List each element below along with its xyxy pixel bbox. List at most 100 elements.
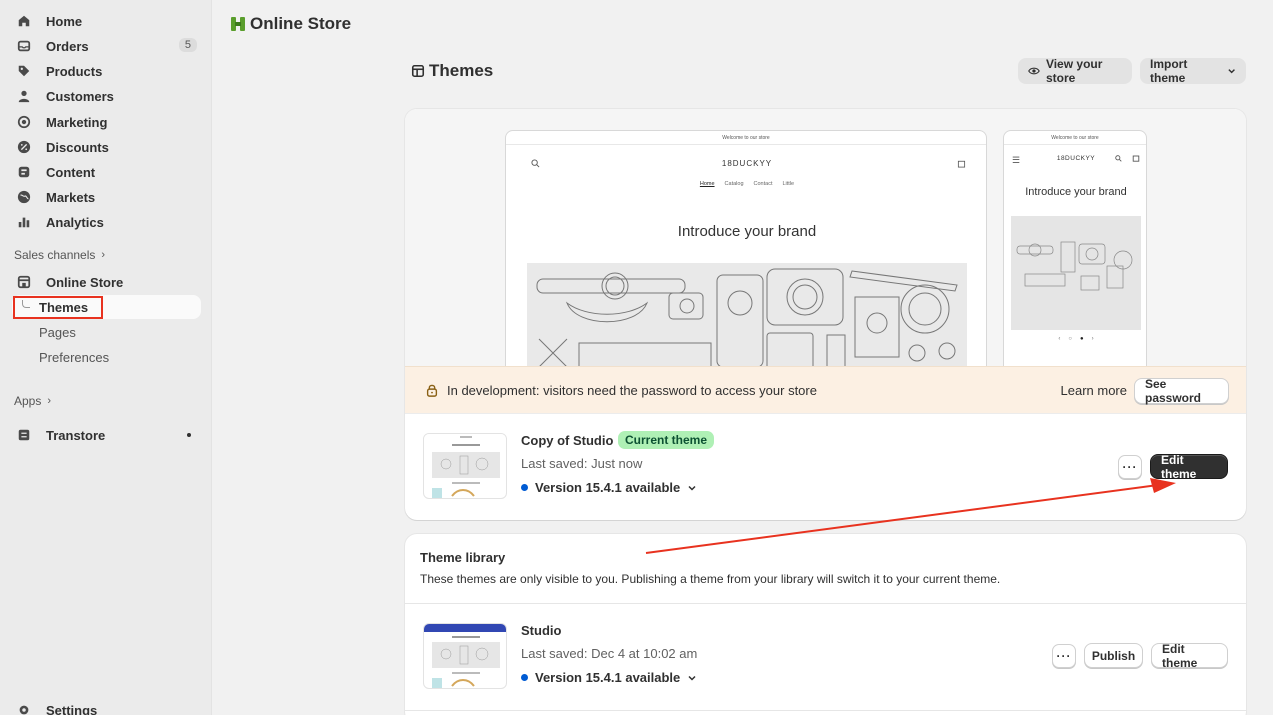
topbar: Online Store <box>212 0 1273 48</box>
preview-nav-link: Home <box>699 181 715 187</box>
sidebar-sub-item-pages[interactable]: Pages <box>12 320 201 344</box>
theme-library-card: Theme library These themes are only visi… <box>405 534 1246 715</box>
sidebar-item-orders[interactable]: Orders 5 <box>8 34 201 58</box>
bar-chart-icon <box>16 214 32 230</box>
publish-button[interactable]: Publish <box>1084 643 1143 668</box>
store-icon <box>16 274 32 290</box>
current-theme-version[interactable]: Version 15.4.1 available <box>521 480 697 495</box>
divider <box>405 603 1246 604</box>
preview-store-name: 18DUCKYY <box>1056 155 1096 162</box>
apps-header[interactable]: Apps › <box>14 394 51 408</box>
preview-announcement-bar: Welcome to our store <box>506 131 986 145</box>
topbar-title: Online Store <box>250 14 352 33</box>
version-label: Version 15.4.1 available <box>535 670 681 685</box>
sidebar-item-customers[interactable]: Customers <box>8 84 201 108</box>
lock-icon <box>426 384 438 397</box>
sales-channels-header[interactable]: Sales channels › <box>14 248 105 262</box>
see-password-label: See password <box>1145 377 1202 405</box>
sidebar-item-label: Marketing <box>46 114 108 130</box>
sidebar-item-label: Analytics <box>46 214 104 230</box>
home-icon <box>16 13 32 29</box>
sidebar-item-online-store[interactable]: Online Store <box>8 270 201 294</box>
preview-nav: Home Catalog Contact Little <box>506 181 986 187</box>
sidebar-item-marketing[interactable]: Marketing <box>8 110 201 134</box>
library-edit-theme-button[interactable]: Edit theme <box>1151 641 1228 670</box>
globe-icon <box>16 189 32 205</box>
sidebar-item-content[interactable]: Content <box>8 160 201 184</box>
sidebar-item-analytics[interactable]: Analytics <box>8 210 201 234</box>
sidebar-item-label: Products <box>46 63 103 79</box>
sidebar-item-settings[interactable]: Settings <box>8 698 201 715</box>
update-dot-icon <box>521 484 528 491</box>
update-dot-icon <box>521 674 528 681</box>
preview-headline: Introduce your brand <box>1025 186 1127 198</box>
theme-library-description: These themes are only visible to you. Pu… <box>420 572 1001 586</box>
learn-more-link[interactable]: Learn more <box>1061 383 1127 398</box>
development-message: In development: visitors need the passwo… <box>447 382 817 398</box>
chevron-down-icon <box>688 485 696 491</box>
current-theme-more-actions-button[interactable]: ··· <box>1118 455 1142 479</box>
theme-preview[interactable]: Welcome to our store 18DUCKYY Home Catal… <box>405 109 1246 370</box>
preview-cart-icon <box>1132 155 1140 162</box>
current-theme-thumbnail <box>423 433 507 499</box>
orders-count-badge: 5 <box>178 38 197 52</box>
preview-cart-icon <box>957 160 966 168</box>
version-label: Version 15.4.1 available <box>535 480 681 495</box>
online-store-logo-icon <box>231 17 245 31</box>
annotation-highlight-box <box>13 296 103 319</box>
sidebar-item-products[interactable]: Products <box>8 59 201 83</box>
import-theme-button[interactable]: Import theme <box>1140 57 1246 85</box>
chevron-right-icon: › <box>47 395 52 407</box>
sidebar-item-label: Settings <box>46 702 98 715</box>
chevron-right-icon: › <box>101 249 106 261</box>
current-theme-card: Welcome to our store 18DUCKYY Home Catal… <box>405 109 1246 520</box>
pin-dot-icon <box>187 433 191 437</box>
preview-hero-illustration <box>527 263 967 369</box>
sidebar-sub-item-label: Preferences <box>39 349 110 365</box>
preview-carousel-controls: ‹ ○ ● › <box>1058 336 1094 342</box>
sidebar-sub-item-preferences[interactable]: Preferences <box>12 345 201 369</box>
tag-icon <box>16 63 32 79</box>
person-icon <box>16 88 32 104</box>
development-banner: In development: visitors need the passwo… <box>405 366 1246 414</box>
sidebar-item-markets[interactable]: Markets <box>8 185 201 209</box>
sales-channels-label: Sales channels <box>14 248 96 262</box>
library-theme-thumbnail <box>423 623 507 689</box>
preview-nav-link: Catalog <box>724 181 744 187</box>
content-icon <box>16 164 32 180</box>
sidebar-item-transtore[interactable]: Transtore <box>8 423 201 447</box>
divider <box>405 710 1246 711</box>
chevron-down-icon <box>688 675 696 681</box>
sidebar-item-label: Discounts <box>46 139 109 155</box>
preview-headline: Introduce your brand <box>677 223 817 240</box>
view-store-label: View your store <box>1045 57 1103 85</box>
library-theme-last-saved: Last saved: Dec 4 at 10:02 am <box>521 646 698 661</box>
theme-icon <box>411 64 425 78</box>
edit-theme-label: Edit theme <box>1162 641 1198 670</box>
orders-icon <box>16 38 32 54</box>
sidebar-item-home[interactable]: Home <box>8 9 201 33</box>
preview-store-name: 18DUCKYY <box>721 159 773 168</box>
mobile-preview-frame: Welcome to our store ☰ 18DUCKYY Introduc… <box>1003 130 1147 370</box>
current-theme-last-saved: Last saved: Just now <box>521 456 643 471</box>
sidebar-item-label: Transtore <box>46 427 106 443</box>
library-theme-version[interactable]: Version 15.4.1 available <box>521 670 697 685</box>
preview-nav-link: Little <box>782 181 795 187</box>
target-icon <box>16 114 32 130</box>
sidebar: Home Orders 5 Products Customers Marketi… <box>0 0 212 715</box>
apps-label: Apps <box>14 394 42 408</box>
library-theme-more-actions-button[interactable]: ··· <box>1052 644 1076 668</box>
library-theme-name: Studio <box>521 623 562 638</box>
sidebar-item-label: Home <box>46 13 83 29</box>
view-store-button[interactable]: View your store <box>1018 57 1132 85</box>
page-title: Themes <box>411 61 493 81</box>
preview-search-icon <box>1115 155 1122 162</box>
preview-announcement-bar: Welcome to our store <box>1004 131 1146 145</box>
sidebar-item-label: Orders <box>46 38 89 54</box>
edit-theme-button[interactable]: Edit theme <box>1150 453 1228 481</box>
see-password-button[interactable]: See password <box>1134 377 1229 405</box>
preview-nav-link: Contact <box>753 181 773 187</box>
sidebar-item-discounts[interactable]: Discounts <box>8 135 201 159</box>
sidebar-item-label: Online Store <box>46 274 124 290</box>
import-theme-label: Import theme <box>1150 57 1188 85</box>
